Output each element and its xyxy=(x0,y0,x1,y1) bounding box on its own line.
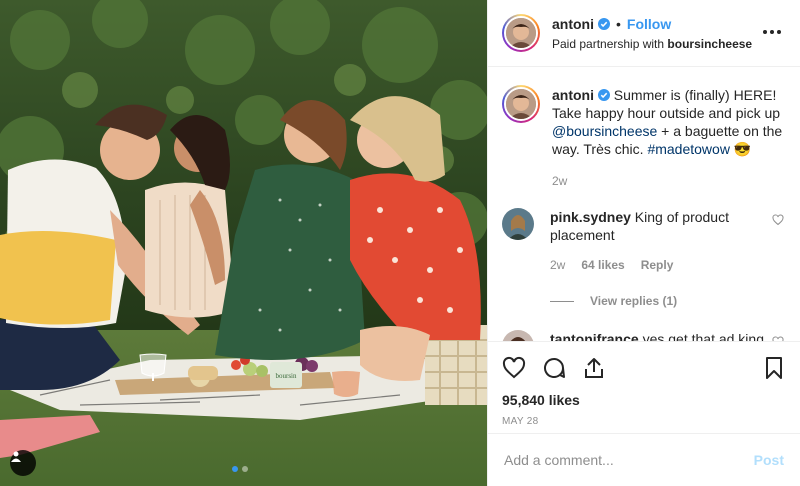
view-replies-button[interactable]: View replies (1) xyxy=(550,294,784,308)
comment-input[interactable] xyxy=(504,452,754,468)
reply-button[interactable]: Reply xyxy=(641,256,674,274)
post-actions: 95,840 likes MAY 28 xyxy=(488,341,800,433)
likes-count[interactable]: 95,840 likes xyxy=(502,392,786,408)
avatar-face-icon xyxy=(502,208,534,240)
partnership-prefix: Paid partnership with xyxy=(552,37,668,51)
like-button[interactable] xyxy=(502,356,526,380)
caption-hashtag-link[interactable]: #madetowow xyxy=(647,141,730,157)
follow-button[interactable]: Follow xyxy=(627,16,671,32)
post-date[interactable]: MAY 28 xyxy=(502,416,786,427)
avatar-face-icon xyxy=(506,18,536,48)
replies-divider xyxy=(550,300,574,302)
caption: antoni Summer is (finally) HERE! Take ha… xyxy=(502,85,784,190)
comment-item: pink.sydney King of product placement 2w… xyxy=(502,208,784,274)
carousel-dot-active xyxy=(232,466,238,472)
comment-text: yes get that ad king xyxy=(638,331,764,341)
post-header: antoni • Follow Paid partnership with bo… xyxy=(488,0,800,67)
save-button[interactable] xyxy=(762,356,786,380)
caption-mention-link[interactable]: @boursincheese xyxy=(552,123,657,139)
sunglasses-emoji-icon: 😎 xyxy=(733,141,752,157)
bookmark-icon xyxy=(766,357,782,379)
comments-section[interactable]: antoni Summer is (finally) HERE! Take ha… xyxy=(488,67,800,341)
author-avatar[interactable] xyxy=(502,14,540,52)
verified-badge-icon xyxy=(598,18,610,30)
carousel-dot[interactable] xyxy=(242,466,248,472)
header-separator: • xyxy=(616,16,621,32)
comment-time[interactable]: 2w xyxy=(550,256,565,274)
post-modal: boursin antoni • Follow Paid partnership… xyxy=(0,0,800,486)
more-dot-icon xyxy=(770,30,774,34)
share-icon xyxy=(585,358,603,378)
avatar-face-icon xyxy=(502,330,534,341)
user-icon xyxy=(11,451,21,462)
caption-username[interactable]: antoni xyxy=(552,87,594,103)
commenter-username[interactable]: pink.sydney xyxy=(550,209,631,225)
carousel-indicator xyxy=(232,466,248,472)
add-comment-bar: Post xyxy=(488,433,800,486)
commenter-username[interactable]: tantonifrance xyxy=(550,331,639,341)
commenter-avatar[interactable] xyxy=(502,208,534,240)
author-username[interactable]: antoni xyxy=(552,16,594,32)
caption-time[interactable]: 2w xyxy=(552,172,567,190)
comment-likes[interactable]: 64 likes xyxy=(581,256,624,274)
more-options-button[interactable] xyxy=(760,20,784,44)
share-button[interactable] xyxy=(582,356,606,380)
post-photo[interactable]: boursin xyxy=(0,0,487,486)
partner-link[interactable]: boursincheese xyxy=(667,37,752,51)
comment-item: tantonifrance yes get that ad king xyxy=(502,330,784,341)
comment-button[interactable] xyxy=(542,356,566,380)
picnic-scene: boursin xyxy=(0,0,487,486)
avatar-face-icon xyxy=(506,89,536,119)
commenter-avatar[interactable] xyxy=(502,330,534,341)
view-replies-label: View replies (1) xyxy=(590,294,678,308)
post-comment-button[interactable]: Post xyxy=(754,452,784,468)
more-dot-icon xyxy=(763,30,767,34)
comment-bubble-icon xyxy=(544,358,565,379)
cheese-brand-label: boursin xyxy=(276,372,298,380)
more-dot-icon xyxy=(777,30,781,34)
paid-partnership-label: Paid partnership with boursincheese xyxy=(552,37,760,51)
heart-icon xyxy=(502,356,526,379)
verified-badge-icon xyxy=(597,89,610,101)
caption-avatar[interactable] xyxy=(502,85,540,123)
tagged-users-button[interactable] xyxy=(10,450,36,476)
post-panel: antoni • Follow Paid partnership with bo… xyxy=(487,0,800,486)
like-comment-heart-icon[interactable] xyxy=(772,214,784,226)
